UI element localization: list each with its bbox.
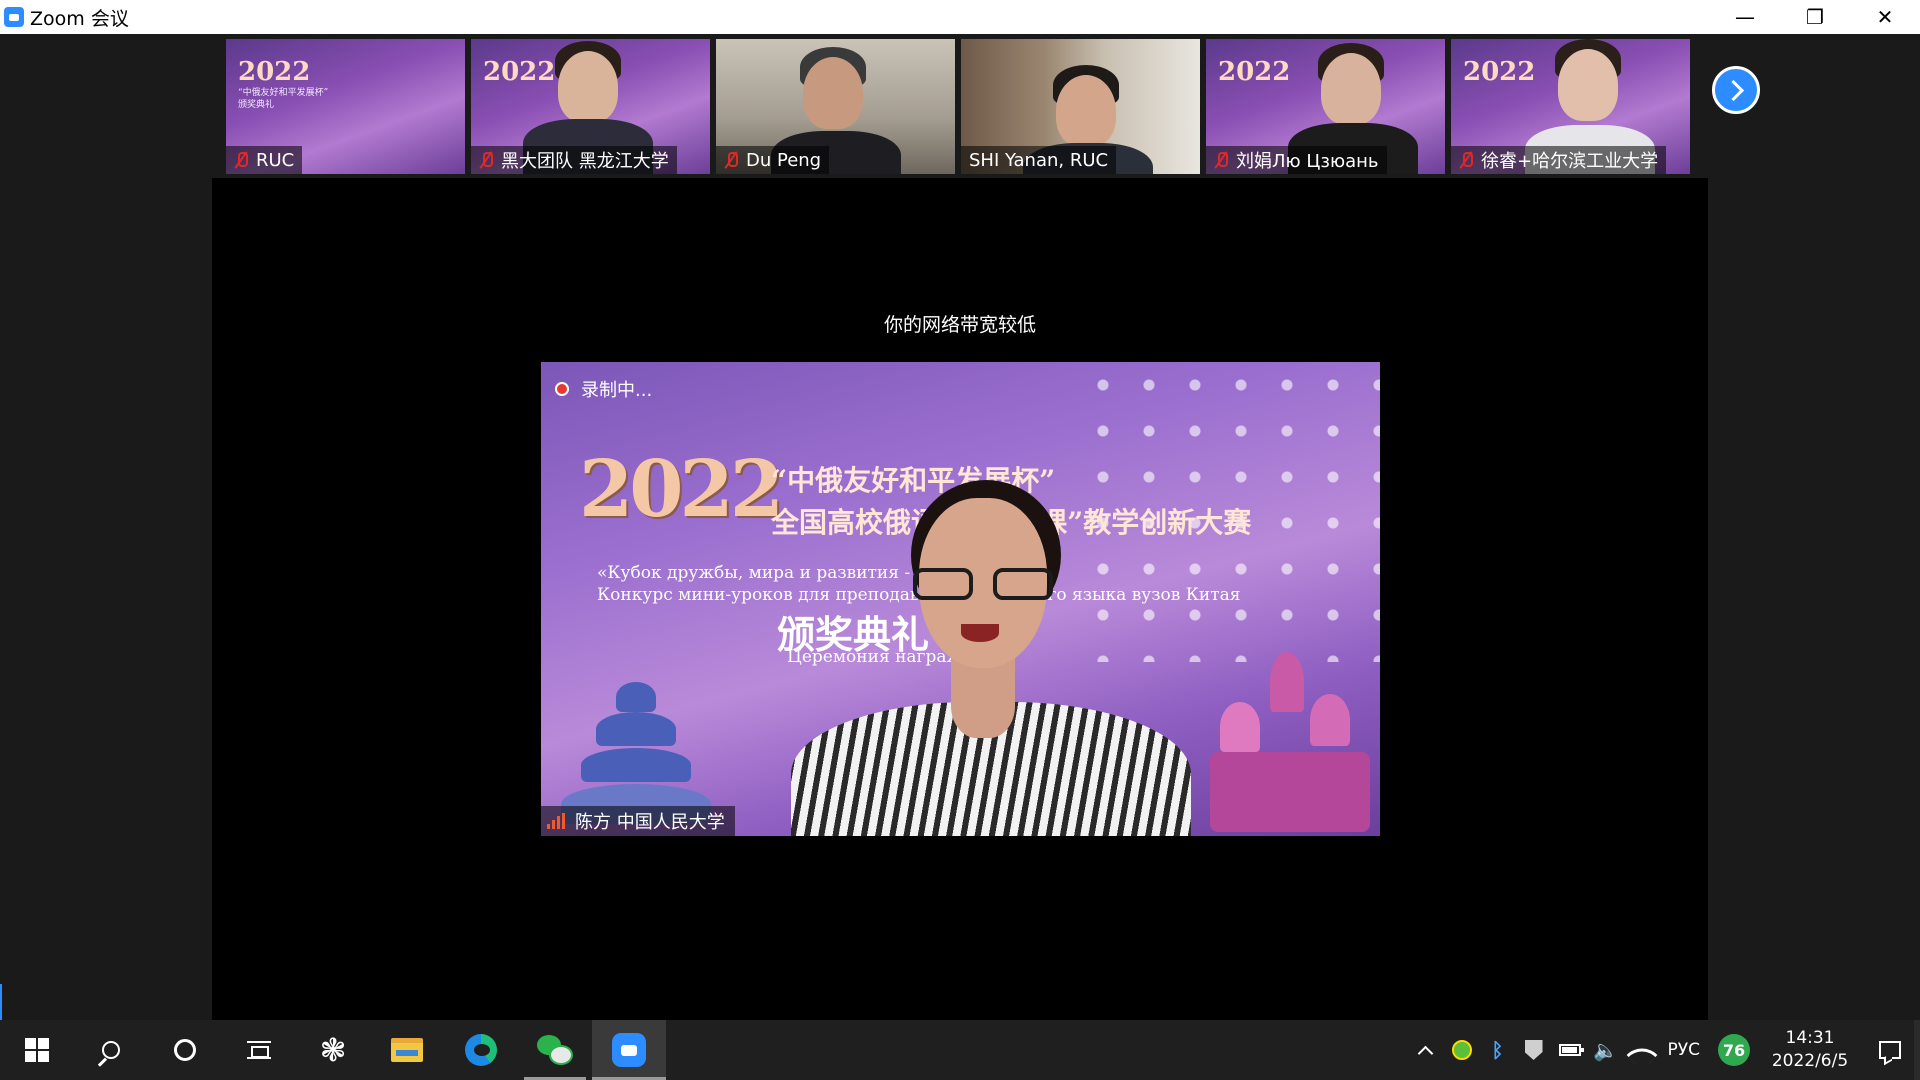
shield-icon: [1524, 1040, 1543, 1060]
close-button[interactable]: ✕: [1850, 0, 1920, 34]
participant-name-label: RUC: [226, 146, 303, 174]
window-edge-indicator: [0, 984, 2, 1020]
recording-icon: [555, 382, 569, 396]
taskbar-clock[interactable]: 14:31 2022/6/5: [1760, 1027, 1860, 1073]
mic-muted-icon: [234, 151, 248, 169]
ceremony-slide-mini: 2022: [1218, 57, 1291, 87]
mic-muted-icon: [1459, 151, 1473, 169]
input-language-indicator[interactable]: РУС: [1660, 1040, 1708, 1060]
volume-icon: 🔈: [1593, 1038, 1618, 1062]
participant-strip: 2022 “中俄友好和平发展杯” 颁奖典礼 RUC 2022 黑大团队 黑龙江大…: [226, 39, 1690, 174]
participant-face: [1321, 53, 1381, 125]
bluetooth-icon: ᛒ: [1491, 1038, 1504, 1062]
notification-icon: [1879, 1041, 1901, 1059]
participant-tile[interactable]: 2022 “中俄友好和平发展杯” 颁奖典礼 RUC: [226, 39, 465, 174]
participant-tile[interactable]: SHI Yanan, RUC: [961, 39, 1200, 174]
network-signal-icon: [547, 813, 565, 829]
taskbar-app-edge[interactable]: [444, 1020, 518, 1080]
minimize-button[interactable]: —: [1710, 0, 1780, 34]
title-bar: Zoom 会议 — ❐ ✕: [0, 0, 1920, 34]
taskbar-app-file-explorer[interactable]: [370, 1020, 444, 1080]
taskbar-app-pinwheel[interactable]: ❃: [296, 1020, 370, 1080]
file-explorer-icon: [391, 1038, 423, 1062]
active-speaker-name-label: 陈方 中国人民大学: [541, 806, 735, 836]
participant-face: [1056, 75, 1116, 147]
participant-tile[interactable]: Du Peng: [716, 39, 955, 174]
edge-browser-icon: [465, 1034, 497, 1066]
tray-badge[interactable]: 76: [1718, 1034, 1750, 1066]
task-view-button[interactable]: [222, 1020, 296, 1080]
restore-button[interactable]: ❐: [1780, 0, 1850, 34]
speaker-glasses: [913, 568, 1053, 602]
participant-name-label: 黑大团队 黑龙江大学: [471, 146, 677, 174]
slide-year: 2022: [579, 444, 784, 535]
ceremony-slide-mini: 2022: [1463, 57, 1536, 87]
tray-security[interactable]: [1516, 1020, 1552, 1080]
participant-name-label: Du Peng: [716, 146, 830, 174]
meeting-area: 2022 “中俄友好和平发展杯” 颁奖典礼 RUC 2022 黑大团队 黑龙江大…: [0, 34, 1920, 1020]
windows-taskbar: ❃ ᛒ 🔈 РУС 76 14:31 2022/6/5: [0, 1020, 1920, 1080]
start-button[interactable]: [0, 1020, 74, 1080]
cortana-icon: [174, 1039, 196, 1061]
next-page-button[interactable]: [1712, 66, 1760, 114]
participant-tile[interactable]: 2022 徐睿+哈尔滨工业大学: [1451, 39, 1690, 174]
wechat-icon: [537, 1035, 573, 1065]
participant-name-label: 徐睿+哈尔滨工业大学: [1451, 146, 1667, 174]
zoom-icon: [612, 1033, 646, 1067]
ceremony-slide-mini: 2022: [483, 57, 556, 87]
task-view-icon: [247, 1041, 271, 1059]
tray-app-green[interactable]: [1444, 1020, 1480, 1080]
show-desktop-button[interactable]: [1914, 1020, 1920, 1080]
participant-name-label: SHI Yanan, RUC: [961, 146, 1117, 174]
wifi-icon: [1625, 1039, 1658, 1071]
show-hidden-icons-button[interactable]: [1408, 1020, 1444, 1080]
ceremony-slide-mini: 2022 “中俄友好和平发展杯” 颁奖典礼: [238, 57, 329, 110]
mic-muted-icon: [724, 151, 738, 169]
battery-icon: [1558, 1044, 1584, 1056]
green-app-icon: [1451, 1040, 1472, 1060]
speaker-mouth: [961, 624, 999, 642]
participant-tile[interactable]: 2022 黑大团队 黑龙江大学: [471, 39, 710, 174]
window-controls: — ❐ ✕: [1710, 0, 1920, 34]
participant-face: [1558, 49, 1618, 121]
search-button[interactable]: [74, 1020, 148, 1080]
recording-indicator: 录制中...: [555, 376, 652, 402]
window-title: Zoom 会议: [30, 7, 129, 30]
tray-battery[interactable]: [1552, 1020, 1588, 1080]
participant-tile[interactable]: 2022 刘娟Лю Цзюань: [1206, 39, 1445, 174]
active-speaker-video[interactable]: 2022 “中俄友好和平发展杯” 全国高校俄语教育“微课”教学创新大赛 «Куб…: [541, 362, 1380, 836]
cortana-button[interactable]: [148, 1020, 222, 1080]
taskbar-app-wechat[interactable]: [518, 1020, 592, 1080]
kremlin-graphic: [1200, 632, 1370, 832]
taskbar-app-zoom[interactable]: [592, 1020, 666, 1080]
participant-name-label: 刘娟Лю Цзюань: [1206, 146, 1387, 174]
tray-network[interactable]: [1624, 1020, 1660, 1080]
zoom-app-icon: [4, 7, 24, 27]
speaker-neck: [951, 658, 1015, 738]
chevron-up-icon: [1417, 1045, 1434, 1061]
search-icon: [102, 1041, 120, 1059]
participant-face: [803, 57, 863, 129]
participant-face: [558, 51, 618, 123]
mic-muted-icon: [1214, 151, 1228, 169]
temple-of-heaven-graphic: [561, 652, 711, 832]
system-tray: ᛒ 🔈 РУС 76 14:31 2022/6/5: [1408, 1020, 1920, 1080]
windows-logo-icon: [25, 1038, 49, 1062]
pinwheel-app-icon: ❃: [319, 1031, 347, 1069]
speaker-view: 你的网络带宽较低 2022 “中俄友好和平发展杯” 全国高校俄语教育“微课”教学…: [212, 178, 1708, 1020]
action-center-button[interactable]: [1860, 1020, 1920, 1080]
mic-muted-icon: [479, 151, 493, 169]
tray-volume[interactable]: 🔈: [1588, 1020, 1624, 1080]
tray-bluetooth[interactable]: ᛒ: [1480, 1020, 1516, 1080]
low-bandwidth-notice: 你的网络带宽较低: [883, 314, 1036, 336]
